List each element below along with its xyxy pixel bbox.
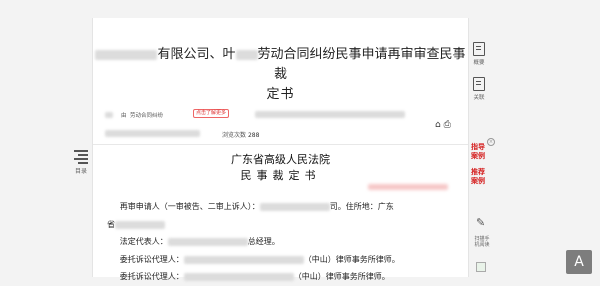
print-icon[interactable]: ⎙	[444, 120, 451, 130]
font-size-button[interactable]: A	[566, 250, 592, 274]
divider	[93, 144, 468, 145]
paragraph: 法定代表人： 总经理。	[119, 237, 280, 246]
recommended-case-link[interactable]: 推荐 案例	[471, 168, 485, 186]
case-title: 有限公司、叶 劳动合同纠纷民事申请再审审查民事裁 定书	[93, 45, 468, 105]
toc-button[interactable]: 目录	[70, 148, 92, 175]
paragraph: 省	[107, 216, 457, 234]
meta-actions: ⌂ ⎙	[435, 120, 451, 130]
summary-button[interactable]: 概要	[467, 42, 491, 66]
paragraph: 再审申请人（一审被告、二审上诉人）： 司。住所地：广东	[119, 202, 394, 211]
document-icon	[473, 77, 485, 91]
doc-type: 民事裁定书	[240, 169, 321, 182]
toc-label: 目录	[74, 168, 87, 175]
paragraph: 委托诉讼代理人： （中山）律师事务所律师。	[119, 254, 400, 264]
court-name: 广东省高级人民法院	[231, 153, 330, 166]
view-count: 浏览次数 288	[222, 132, 260, 139]
learn-more-tag[interactable]: 点击了解更多	[193, 109, 230, 118]
redacted-highlight	[368, 184, 448, 190]
case-meta-row: 由 劳动合同纠纷 点击了解更多	[105, 109, 460, 123]
redacted-text	[235, 49, 258, 60]
document-body: 再审申请人（一审被告、二审上诉人）： 司。住所地：广东 省 法定代表人： 总经理。 …	[107, 198, 457, 286]
related-button[interactable]: 关联	[467, 77, 491, 101]
list-icon	[74, 150, 88, 164]
bookmark-icon[interactable]: ⌂	[435, 120, 441, 130]
scan-to-read[interactable]: 扫描手 机阅读	[468, 236, 496, 248]
redacted-text	[95, 49, 158, 60]
close-icon[interactable]: ×	[487, 138, 495, 146]
case-cause: 由 劳动合同纠纷	[121, 113, 164, 119]
case-meta-row-2: 浏览次数 288	[105, 128, 460, 140]
pencil-icon[interactable]: ✎	[476, 216, 485, 229]
guiding-case-link[interactable]: 指导 案例	[471, 143, 485, 161]
document-header: 广东省高级人民法院 民事裁定书	[93, 152, 468, 184]
qr-image	[476, 262, 486, 272]
document-paper: 有限公司、叶 劳动合同纠纷民事申请再审审查民事裁 定书 由 劳动合同纠纷 点击了解…	[92, 18, 469, 281]
document-icon	[473, 42, 485, 56]
